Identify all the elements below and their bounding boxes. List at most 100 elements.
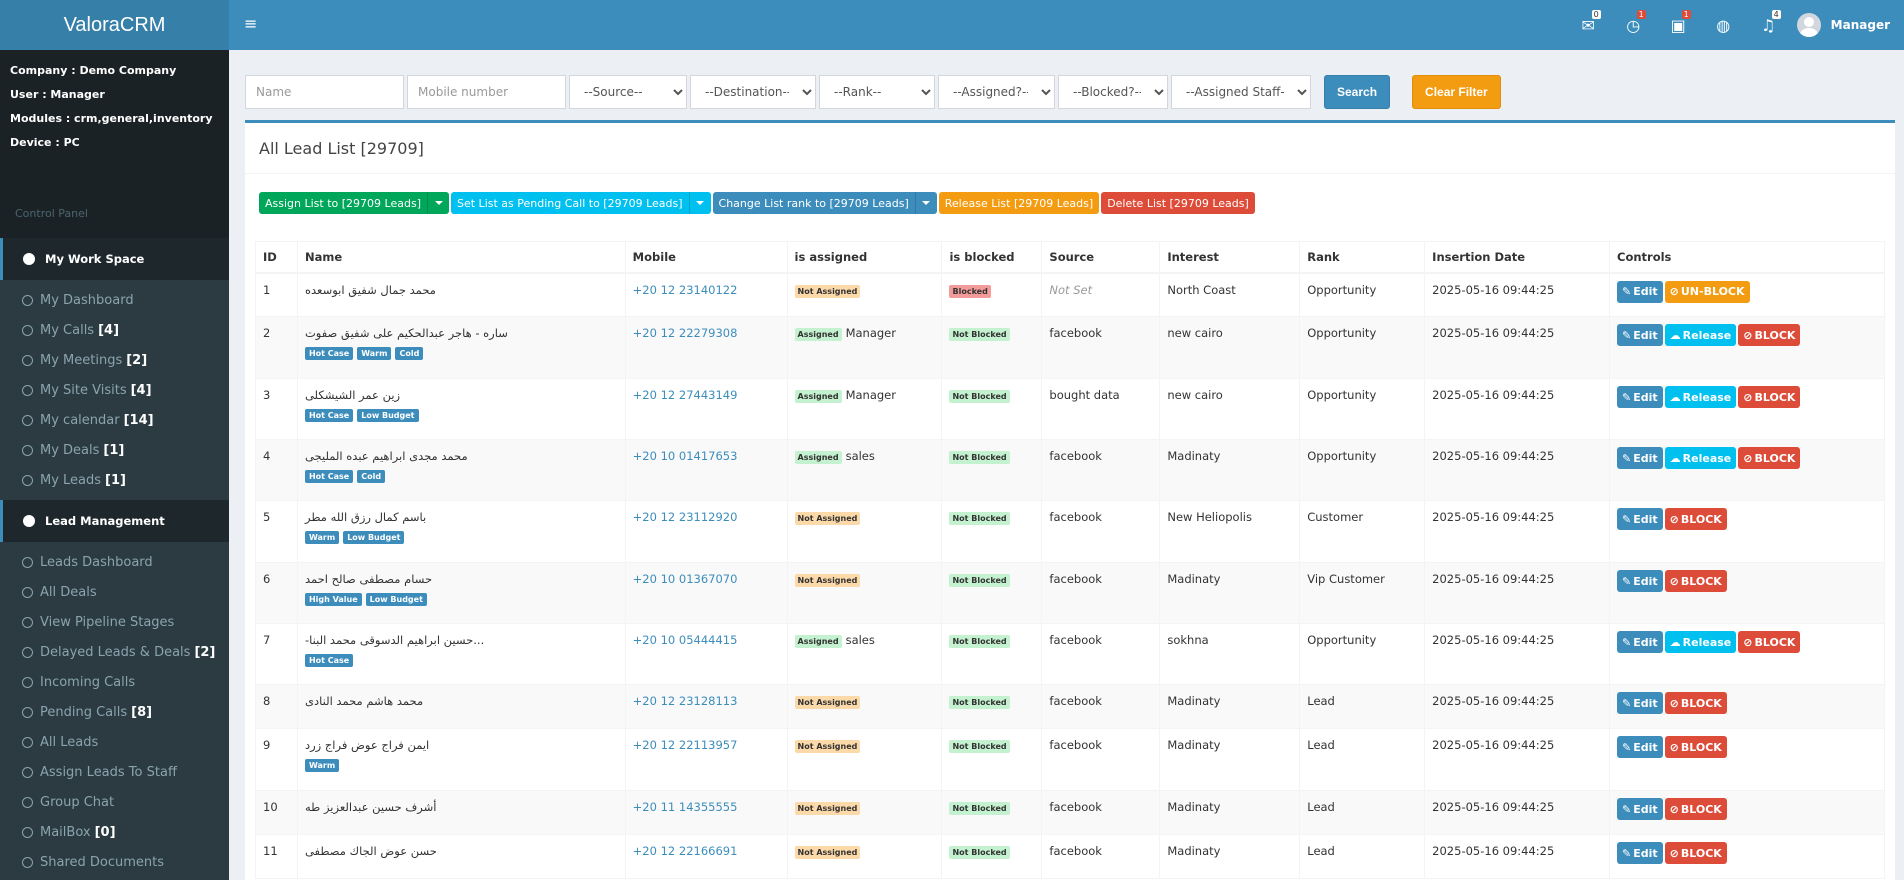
edit-button[interactable]: ✎ Edit	[1617, 692, 1663, 714]
lead-mobile[interactable]: +20 11 14355555	[624, 790, 788, 835]
mobile-filter-input[interactable]	[407, 75, 566, 109]
lead-name[interactable]: أشرف حسين عبدالعزيز طه	[305, 800, 618, 814]
block-button[interactable]: ⊘ BLOCK	[1664, 508, 1727, 530]
sidebar-item[interactable]: My Calls [4]	[0, 315, 229, 345]
sidebar-item[interactable]: My Meetings [2]	[0, 345, 229, 375]
lead-mobile[interactable]: +20 12 27443149	[624, 378, 788, 440]
lead-name[interactable]: محمد مجدى ابراهيم عبده المليجى	[305, 449, 618, 463]
sidebar-item[interactable]: Assign Leads To Staff	[0, 757, 229, 787]
lead-name[interactable]: حسن عوض الجاك مصطفى	[305, 844, 618, 858]
sidebar-item[interactable]: Pending Calls [8]	[0, 697, 229, 727]
delete-list-label: Delete List [29709 Leads]	[1107, 196, 1249, 210]
block-button[interactable]: ⊘ BLOCK	[1664, 570, 1727, 592]
edit-button[interactable]: ✎ Edit	[1617, 447, 1663, 469]
unblock-button[interactable]: ⊘ UN-BLOCK	[1664, 280, 1750, 303]
sidebar-item[interactable]: My Leads [1]	[0, 465, 229, 495]
release-button[interactable]: ☁ Release	[1664, 447, 1737, 469]
edit-button[interactable]: ✎ Edit	[1617, 280, 1663, 303]
sidebar-item[interactable]: My calendar [14]	[0, 405, 229, 435]
sidebar-item[interactable]: Delayed Leads & Deals [2]	[0, 637, 229, 667]
sidebar-item[interactable]: My Deals [1]	[0, 435, 229, 465]
sidebar-item[interactable]: Shared Documents	[0, 847, 229, 877]
search-button[interactable]: Search	[1324, 75, 1391, 109]
lead-name[interactable]: محمد جمال شفيق ابوسعده	[305, 283, 618, 297]
envelope-menu[interactable]: ✉ 0	[1566, 0, 1611, 50]
sidebar-item[interactable]: All Leads	[0, 727, 229, 757]
destination-select[interactable]: --Destination--	[690, 75, 816, 109]
lead-name[interactable]: زين عمر الشيشكلى	[305, 388, 618, 402]
clock-menu[interactable]: ◷ 1	[1611, 0, 1656, 50]
blocked-cell: Not Blocked	[941, 316, 1043, 379]
lead-mobile[interactable]: +20 12 22166691	[624, 834, 788, 879]
blocked-select[interactable]: --Blocked?--	[1058, 75, 1168, 109]
assigned-staff-select[interactable]: --Assigned Staff--	[1171, 75, 1311, 109]
block-button[interactable]: ⊘ BLOCK	[1738, 324, 1801, 346]
lead-name[interactable]: ايمن فراج عوض فراج زرد	[305, 738, 618, 752]
sidebar-item[interactable]: View Pipeline Stages	[0, 607, 229, 637]
lead-mobile[interactable]: +20 10 05444415	[624, 623, 788, 685]
sidebar-item[interactable]: All Deals	[0, 577, 229, 607]
edit-button[interactable]: ✎ Edit	[1617, 736, 1663, 758]
block-button[interactable]: ⊘ BLOCK	[1664, 692, 1727, 714]
assigned-select[interactable]: --Assigned?--	[938, 75, 1055, 109]
sidebar-item-count: [4]	[130, 382, 152, 398]
lead-mobile[interactable]: +20 12 22279308	[624, 316, 788, 379]
edit-button[interactable]: ✎ Edit	[1617, 798, 1663, 820]
edit-button[interactable]: ✎ Edit	[1617, 508, 1663, 530]
block-button[interactable]: ⊘ BLOCK	[1664, 842, 1727, 864]
lead-name[interactable]: باسم كمال رزق الله مطر	[305, 510, 618, 524]
edit-button[interactable]: ✎ Edit	[1617, 570, 1663, 592]
tag-badge: Low Budget	[365, 593, 427, 606]
lead-mobile[interactable]: +20 12 22113957	[624, 728, 788, 791]
pending-call-button[interactable]: Set List as Pending Call to [29709 Leads…	[451, 192, 711, 214]
delete-list-button[interactable]: Delete List [29709 Leads]	[1101, 192, 1255, 214]
lead-name[interactable]: ساره - هاجر عبدالحكيم على شفيق صفوت	[305, 326, 618, 340]
chevron-down-icon[interactable]	[427, 192, 449, 214]
release-button[interactable]: ☁ Release	[1664, 324, 1737, 346]
lead-mobile[interactable]: +20 10 01367070	[624, 562, 788, 624]
sidebar-section-0[interactable]: My Work Space	[0, 238, 229, 280]
block-button[interactable]: ⊘ BLOCK	[1738, 447, 1801, 469]
clear-filter-button[interactable]: Clear Filter	[1412, 75, 1501, 109]
sidebar-item[interactable]: Leads Dashboard	[0, 547, 229, 577]
app-logo[interactable]: ValoraCRM	[0, 0, 229, 50]
sidebar-item[interactable]: My Site Visits [4]	[0, 375, 229, 405]
sidebar-item[interactable]: Group Chat	[0, 787, 229, 817]
sidebar-item[interactable]: Incoming Calls	[0, 667, 229, 697]
name-filter-input[interactable]	[245, 75, 404, 109]
source-select[interactable]: --Source--	[569, 75, 687, 109]
briefcase-menu[interactable]: ▣ 1	[1656, 0, 1701, 50]
block-button[interactable]: ⊘ BLOCK	[1664, 798, 1727, 820]
sidebar-item[interactable]: MailBox [0]	[0, 817, 229, 847]
lead-name[interactable]: محمد هاشم محمد النادى	[305, 694, 618, 708]
edit-button[interactable]: ✎ Edit	[1617, 842, 1663, 864]
sidebar-section-1[interactable]: Lead Management	[0, 500, 229, 542]
lead-mobile[interactable]: +20 10 01417653	[624, 439, 788, 501]
chevron-down-icon[interactable]	[688, 192, 711, 214]
row-controls: ✎ Edit ☁ Release ⊘ BLOCK	[1617, 386, 1877, 408]
block-button[interactable]: ⊘ BLOCK	[1738, 631, 1801, 653]
sidebar-toggle-icon[interactable]: ≡	[244, 14, 257, 33]
lead-mobile[interactable]: +20 12 23112920	[624, 500, 788, 563]
chevron-down-icon[interactable]	[914, 192, 937, 214]
block-button[interactable]: ⊘ BLOCK	[1738, 386, 1801, 408]
edit-button[interactable]: ✎ Edit	[1617, 386, 1663, 408]
release-button[interactable]: ☁ Release	[1664, 631, 1737, 653]
rank-select[interactable]: --Rank--	[819, 75, 935, 109]
edit-button[interactable]: ✎ Edit	[1617, 631, 1663, 653]
lead-name[interactable]: -حسين ابراهيم الدسوقى محمد البنا...	[305, 633, 618, 647]
release-button[interactable]: ☁ Release	[1664, 386, 1737, 408]
bell-menu[interactable]: ♫ 4	[1746, 0, 1791, 50]
release-list-button[interactable]: Release List [29709 Leads]	[938, 192, 1100, 214]
assign-list-button[interactable]: Assign List to [29709 Leads]	[259, 192, 449, 214]
edit-button[interactable]: ✎ Edit	[1617, 324, 1663, 346]
lead-name[interactable]: حسام مصطفى صالح احمد	[305, 572, 618, 586]
sidebar-item-count: [2]	[126, 352, 148, 368]
lead-mobile[interactable]: +20 12 23140122	[624, 272, 788, 317]
globe-menu[interactable]: ◍	[1701, 0, 1746, 50]
sidebar-item[interactable]: My Dashboard	[0, 285, 229, 315]
change-rank-button[interactable]: Change List rank to [29709 Leads]	[712, 192, 937, 214]
block-button[interactable]: ⊘ BLOCK	[1664, 736, 1727, 758]
user-menu[interactable]: Manager	[1796, 13, 1890, 37]
lead-mobile[interactable]: +20 12 23128113	[624, 684, 788, 729]
